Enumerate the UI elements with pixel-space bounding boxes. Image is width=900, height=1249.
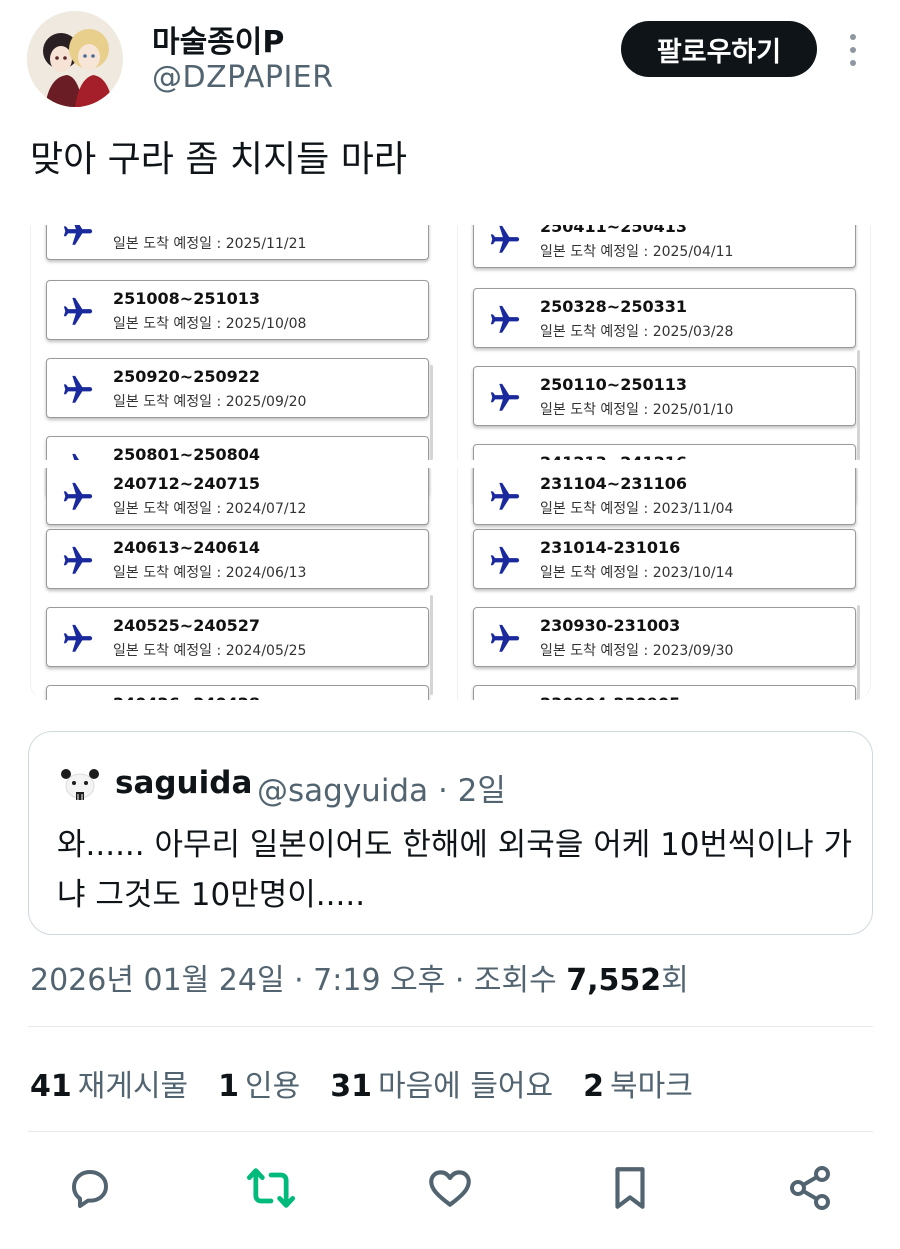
arrival-date: 일본 도착 예정일 : 2025/11/21 — [113, 236, 307, 252]
arrival-date: 일본 도착 예정일 : 2025/09/20 — [113, 394, 307, 410]
author-avatar[interactable] — [27, 11, 123, 107]
flight-card: 240525~240527 일본 도착 예정일 : 2024/05/25 — [46, 607, 429, 667]
quotes-stat[interactable]: 1 인용 — [218, 1061, 300, 1105]
arrival-date: 일본 도착 예정일 : 2025/01/10 — [540, 402, 734, 418]
flight-card: 250328~250331 일본 도착 예정일 : 2025/03/28 — [473, 288, 856, 348]
divider — [28, 1026, 873, 1027]
quote-tweet[interactable]: saguida @sagyuida · 2일 와...... 아무리 일본이어도… — [28, 731, 873, 935]
flight-card: 250110~250113 일본 도착 예정일 : 2025/01/10 — [473, 366, 856, 426]
airplane-icon — [61, 480, 95, 514]
arrival-date: 일본 도착 예정일 : 2025/10/08 — [113, 316, 307, 332]
media-scrollbar-right — [857, 350, 860, 460]
flight-dates: 231104~231106 — [540, 474, 687, 493]
flight-card: 250920~250922 일본 도착 예정일 : 2025/09/20 — [46, 358, 429, 418]
flight-dates: 230904-230905 — [540, 694, 680, 700]
bookmark-icon[interactable] — [602, 1160, 658, 1216]
flight-dates: 250411~250413 — [540, 225, 687, 236]
share-icon[interactable] — [782, 1160, 838, 1216]
tweet-timestamp: 2026년 01월 24일 · 7:19 오후 · 조회수 7,552회 — [30, 955, 689, 999]
flight-card: 240712~240715 일본 도착 예정일 : 2024/07/12 — [46, 465, 429, 525]
flight-dates: 231014-231016 — [540, 538, 681, 557]
flight-dates: 240426~240428 — [113, 694, 260, 700]
quote-avatar[interactable] — [59, 764, 101, 806]
author-handle[interactable]: @DZPAPIER — [152, 60, 334, 95]
flight-card: 230930-231003 일본 도착 예정일 : 2023/09/30 — [473, 607, 856, 667]
arrival-date: 일본 도착 예정일 : 2023/09/30 — [540, 643, 734, 659]
engagement-stats: 41 재게시물 1 인용 31 마음에 들어요 2 북마크 — [30, 1061, 693, 1105]
media-stitch-seam — [31, 460, 870, 468]
follow-button[interactable]: 팔로우하기 — [621, 21, 817, 77]
quote-text: 와...... 아무리 일본이어도 한해에 외국을 어케 10번씩이나 가냐 그… — [57, 827, 852, 913]
quote-author-name[interactable]: saguida — [115, 765, 252, 801]
airplane-icon — [61, 622, 95, 656]
reply-icon[interactable] — [62, 1160, 118, 1216]
flight-dates: 240613~240614 — [113, 538, 260, 557]
tweet-media-image[interactable]: 251122~251126 일본 도착 예정일 : 2025/11/21 25100… — [30, 225, 871, 700]
airplane-icon — [488, 622, 522, 656]
flight-dates: 240712~240715 — [113, 474, 260, 493]
media-scrollbar-left — [430, 365, 433, 460]
arrival-date: 일본 도착 예정일 : 2023/10/14 — [540, 565, 734, 581]
flight-dates: 250920~250922 — [113, 367, 260, 386]
airplane-icon — [488, 381, 522, 415]
arrival-date: 일본 도착 예정일 : 2024/05/25 — [113, 643, 307, 659]
tweet-text: 맞아 구라 좀 치지들 마라 — [30, 139, 407, 180]
flight-card: 250411~250413 일본 도착 예정일 : 2025/04/11 — [473, 225, 856, 268]
tweet-header: 마술종이P @DZPAPIER 팔로우하기 — [0, 0, 900, 120]
media-scrollbar-left-lower — [430, 595, 433, 695]
flight-card: 251122~251126 일본 도착 예정일 : 2025/11/21 — [46, 225, 429, 260]
airplane-icon — [61, 295, 95, 329]
retweet-icon[interactable] — [243, 1160, 299, 1216]
flight-dates: 240525~240527 — [113, 616, 260, 635]
view-count-suffix: 회 — [661, 963, 689, 998]
arrival-date: 일본 도착 예정일 : 2025/03/28 — [540, 324, 734, 340]
arrival-date: 일본 도착 예정일 : 2024/06/13 — [113, 565, 307, 581]
airplane-icon — [488, 480, 522, 514]
airplane-icon — [488, 225, 522, 257]
flight-card: 231104~231106 일본 도착 예정일 : 2023/11/04 — [473, 465, 856, 525]
flight-dates: 251008~251013 — [113, 289, 260, 308]
flight-dates: 230930-231003 — [540, 616, 681, 635]
flight-card: 231014-231016 일본 도착 예정일 : 2023/10/14 — [473, 529, 856, 589]
arrival-date: 일본 도착 예정일 : 2025/04/11 — [540, 244, 734, 260]
airplane-icon — [61, 544, 95, 578]
bookmarks-stat[interactable]: 2 북마크 — [583, 1061, 693, 1105]
view-count: 7,552 — [566, 963, 662, 998]
more-options-icon[interactable] — [838, 30, 868, 70]
author-display-name[interactable]: 마술종이P — [152, 17, 284, 61]
arrival-date: 일본 도착 예정일 : 2023/11/04 — [540, 501, 734, 517]
action-bar — [0, 1160, 900, 1220]
quote-author-handle[interactable]: @sagyuida · 2일 — [257, 765, 506, 810]
airplane-icon — [488, 303, 522, 337]
arrival-date: 일본 도착 예정일 : 2024/07/12 — [113, 501, 307, 517]
flight-dates: 250328~250331 — [540, 297, 687, 316]
flight-card: 230904-230905 — [473, 685, 856, 700]
airplane-icon — [488, 544, 522, 578]
airplane-icon — [61, 225, 95, 249]
like-icon[interactable] — [422, 1160, 478, 1216]
divider — [28, 1131, 873, 1132]
timestamp-text[interactable]: 2026년 01월 24일 · 7:19 오후 · 조회수 — [30, 963, 566, 998]
airplane-icon — [61, 373, 95, 407]
flight-dates: 250110~250113 — [540, 375, 687, 394]
retweets-stat[interactable]: 41 재게시물 — [30, 1061, 188, 1105]
media-scrollbar-right-lower — [857, 605, 860, 700]
flight-card: 251008~251013 일본 도착 예정일 : 2025/10/08 — [46, 280, 429, 340]
flight-card: 240613~240614 일본 도착 예정일 : 2024/06/13 — [46, 529, 429, 589]
likes-stat[interactable]: 31 마음에 들어요 — [330, 1061, 553, 1105]
flight-dates: 251122~251126 — [113, 225, 260, 228]
flight-card: 240426~240428 — [46, 685, 429, 700]
